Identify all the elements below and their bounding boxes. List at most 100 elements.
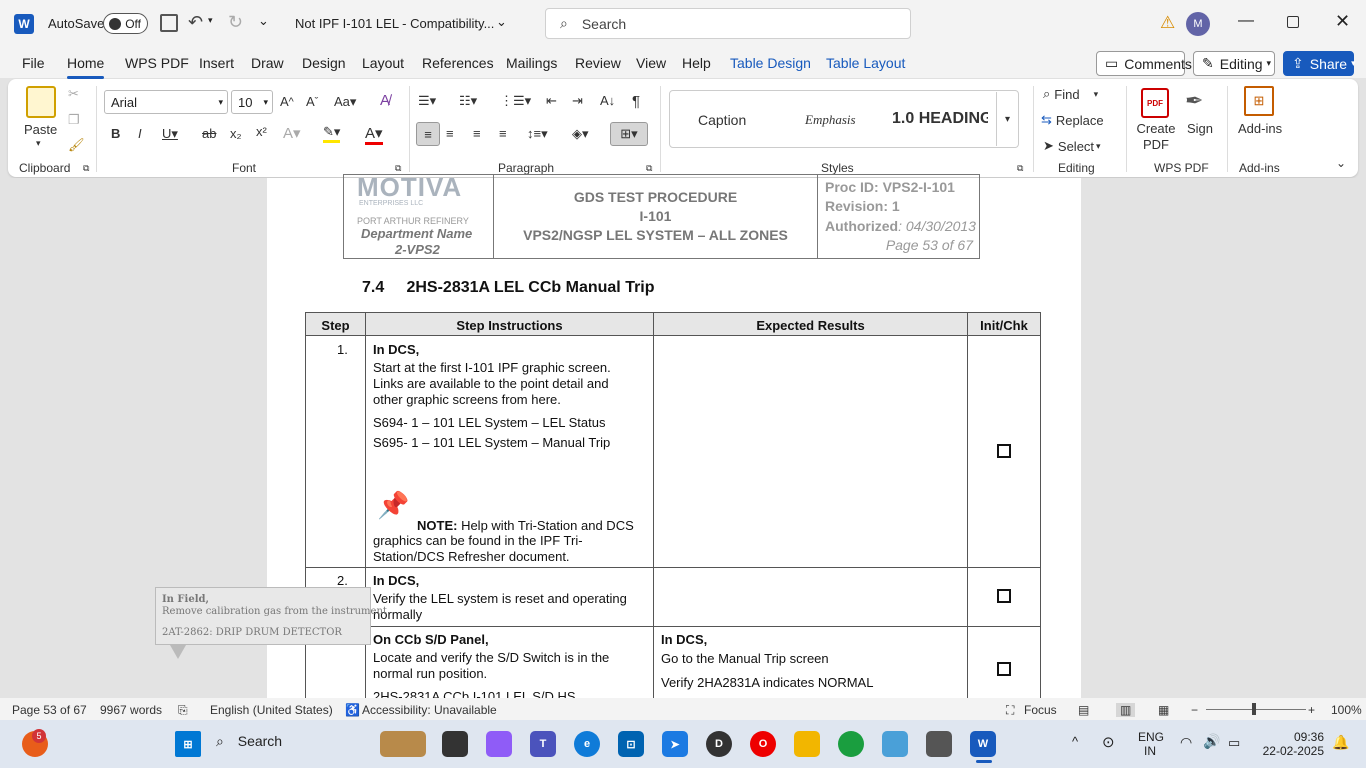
paste-icon[interactable] [26,86,56,118]
menu-help[interactable]: Help [682,55,711,71]
word-taskbar-icon[interactable]: W [970,731,996,757]
wifi-icon[interactable]: ◠ [1180,734,1192,751]
app-icon[interactable] [926,731,952,757]
read-mode-icon[interactable]: ▤ [1078,703,1089,717]
volume-icon[interactable]: 🔊 [1203,733,1220,750]
styles-more-icon[interactable]: ▾ [996,92,1018,146]
sign-icon[interactable]: ✒ [1185,88,1203,114]
increase-indent-icon[interactable]: ⇥ [572,93,583,109]
bold-icon[interactable]: B [111,126,120,141]
status-words[interactable]: 9967 words [100,703,162,717]
numbering-icon[interactable]: ☷▾ [459,93,477,109]
menu-review[interactable]: Review [575,55,621,71]
status-accessibility[interactable]: Accessibility: Unavailable [362,703,497,717]
borders-icon[interactable]: ⊞▾ [610,122,648,146]
collapse-ribbon-icon[interactable]: ⌄ [1336,156,1346,170]
multilevel-list-icon[interactable]: ⋮☰▾ [500,93,531,109]
editing-mode-button[interactable]: ✎ Editing ▾ [1193,51,1275,76]
store-icon[interactable]: ⊡ [618,731,644,757]
taskbar-search[interactable]: ⌕ Search [216,733,282,750]
checkbox[interactable] [997,444,1011,458]
autosave-toggle[interactable]: Off [103,13,148,34]
zoom-level[interactable]: 100% [1331,703,1362,717]
clear-formatting-icon[interactable]: A̸ [380,92,390,109]
font-color-icon[interactable]: A▾ [365,124,383,145]
warning-icon[interactable]: ⚠ [1160,13,1175,33]
focus-button[interactable]: Focus [1024,703,1057,717]
paste-button[interactable]: Paste [24,122,57,137]
maximize-icon[interactable] [1287,16,1299,28]
menu-home[interactable]: Home [67,55,105,79]
menu-references[interactable]: References [422,55,494,71]
text-effects-icon[interactable]: A▾ [283,124,301,142]
show-formatting-icon[interactable]: ¶ [632,93,640,110]
paragraph-launcher-icon[interactable]: ⧉ [646,163,652,174]
grow-font-icon[interactable]: A ^ [280,94,294,109]
print-layout-icon[interactable]: ▥ [1116,703,1136,717]
replace-button[interactable]: ⇆ Replace [1041,112,1104,128]
menu-design[interactable]: Design [302,55,346,71]
style-emphasis[interactable]: Emphasis [805,112,856,128]
menu-wps-pdf[interactable]: WPS PDF [125,55,189,71]
select-button[interactable]: ➤ Select ▾ [1043,138,1101,154]
checkbox[interactable] [997,662,1011,676]
zoom-out-icon[interactable]: − [1191,703,1198,717]
comment-tooltip[interactable]: In Field, Remove calibration gas from th… [155,587,387,645]
show-hidden-icons-icon[interactable]: ^ [1072,734,1078,749]
comments-button[interactable]: ▭ Comments [1096,51,1192,76]
italic-icon[interactable]: I [138,126,142,141]
save-icon[interactable] [160,14,178,32]
search-highlight-image[interactable] [380,731,426,757]
justify-icon[interactable]: ≡ [499,126,507,141]
paste-dropdown-icon[interactable]: ▾ [36,138,41,149]
battery-icon[interactable]: ▭ [1228,735,1240,751]
opera-icon[interactable]: O [750,731,776,757]
menu-table-design[interactable]: Table Design [730,55,811,71]
menu-mailings[interactable]: Mailings [506,55,557,71]
minimize-icon[interactable]: — [1238,12,1254,30]
title-dropdown-icon[interactable]: ⌄ [496,14,507,30]
notification-bell-icon[interactable]: 🔔 [1332,734,1349,751]
font-name-combo[interactable]: Arial ▾ [104,90,228,114]
change-case-icon[interactable]: Aa▾ [334,94,356,110]
subscript-icon[interactable]: x₂ [230,126,242,141]
style-caption[interactable]: Caption [698,112,746,128]
redo-icon[interactable]: ↻ [228,12,243,33]
addins-button[interactable]: Add-ins [1238,121,1282,136]
photos-icon[interactable] [882,731,908,757]
shrink-font-icon[interactable]: Aˇ [306,94,318,109]
bullets-icon[interactable]: ☰▾ [418,93,436,109]
style-heading[interactable]: 1.0 HEADING [892,110,988,128]
web-layout-icon[interactable]: ▦ [1158,703,1169,717]
cut-icon[interactable]: ✂ [68,86,79,102]
create-pdf-button[interactable]: Create PDF [1136,121,1176,153]
status-language[interactable]: English (United States) [210,703,333,717]
file-explorer-icon[interactable] [794,731,820,757]
task-view-icon[interactable] [442,731,468,757]
zoom-slider-thumb[interactable] [1252,703,1256,715]
align-right-icon[interactable]: ≡ [473,126,481,141]
sort-icon[interactable]: A↓ [600,93,615,108]
send-icon[interactable]: ➤ [662,731,688,757]
document-page[interactable]: MOTIVA ENTERPRISES LLC PORT ARTHUR REFIN… [267,172,1081,716]
font-size-combo[interactable]: 10 ▾ [231,90,273,114]
format-painter-icon[interactable]: 🖌 [68,137,85,153]
customize-toolbar-icon[interactable]: ⌄ [258,13,269,29]
addins-icon[interactable]: ⊞ [1244,86,1274,116]
undo-icon[interactable]: ↶ [188,12,203,33]
close-icon[interactable]: ✕ [1335,11,1350,32]
menu-insert[interactable]: Insert [199,55,234,71]
avatar[interactable]: M [1186,12,1210,36]
input-language[interactable]: ENG IN [1138,730,1164,758]
menu-file[interactable]: File [22,55,45,71]
share-button[interactable]: ⇪ Share ▾ [1283,51,1356,76]
pdf-icon[interactable]: PDF [1141,88,1169,118]
menu-layout[interactable]: Layout [362,55,404,71]
align-center-icon[interactable]: ≡ [446,126,454,141]
highlight-icon[interactable]: ✎▾ [323,124,341,143]
decrease-indent-icon[interactable]: ⇤ [546,93,557,109]
chrome-icon[interactable] [838,731,864,757]
zoom-in-icon[interactable]: + [1308,703,1315,717]
strikethrough-icon[interactable]: ab [202,126,216,141]
underline-icon[interactable]: U▾ [162,126,178,142]
